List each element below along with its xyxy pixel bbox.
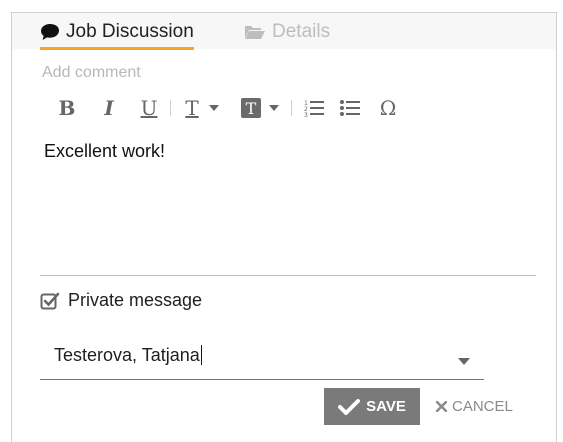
save-label: SAVE (366, 398, 406, 415)
comment-editor-content[interactable]: Excellent work! (44, 141, 165, 162)
save-button[interactable]: SAVE (324, 388, 420, 425)
svg-text:3: 3 (304, 112, 308, 117)
italic-button[interactable]: I (102, 96, 116, 120)
checkbox-checked-icon[interactable] (40, 291, 60, 311)
toolbar-separator (291, 100, 292, 116)
private-message-label: Private message (68, 290, 203, 310)
comment-placeholder: Add comment (42, 64, 141, 81)
editor-toolbar: B I U T T 1 2 3 Ω (58, 96, 397, 120)
close-icon (436, 401, 447, 412)
cancel-button[interactable]: CANCEL (436, 388, 513, 425)
recipient-select[interactable]: Testerova, Tatjana (40, 338, 484, 380)
bulleted-list-icon[interactable] (340, 96, 360, 120)
chevron-down-icon[interactable] (269, 105, 279, 111)
cancel-label: CANCEL (452, 398, 513, 415)
checkmark-icon (338, 398, 361, 415)
underline-button[interactable]: U (140, 96, 158, 120)
tab-job-discussion[interactable]: Job Discussion (40, 19, 194, 50)
comment-icon (40, 23, 60, 41)
bold-button[interactable]: B (58, 96, 76, 120)
recipient-value: Testerova, Tatjana (54, 345, 200, 365)
tab-bar: Job Discussion Details (12, 13, 556, 50)
tab-label: Job Discussion (66, 21, 194, 42)
tab-label: Details (272, 21, 331, 42)
chevron-down-icon[interactable] (458, 352, 470, 370)
toolbar-separator (170, 100, 171, 116)
chevron-down-icon[interactable] (209, 105, 219, 111)
private-message-checkbox[interactable]: Private message (40, 290, 202, 311)
tab-details[interactable]: Details (244, 19, 330, 45)
numbered-list-icon[interactable]: 1 2 3 (304, 96, 324, 120)
text-color-button[interactable]: T (183, 96, 201, 120)
editor-bottom-border (40, 275, 536, 276)
background-color-button[interactable]: T (241, 98, 261, 118)
special-character-button[interactable]: Ω (380, 96, 397, 120)
folder-open-icon (244, 24, 266, 40)
